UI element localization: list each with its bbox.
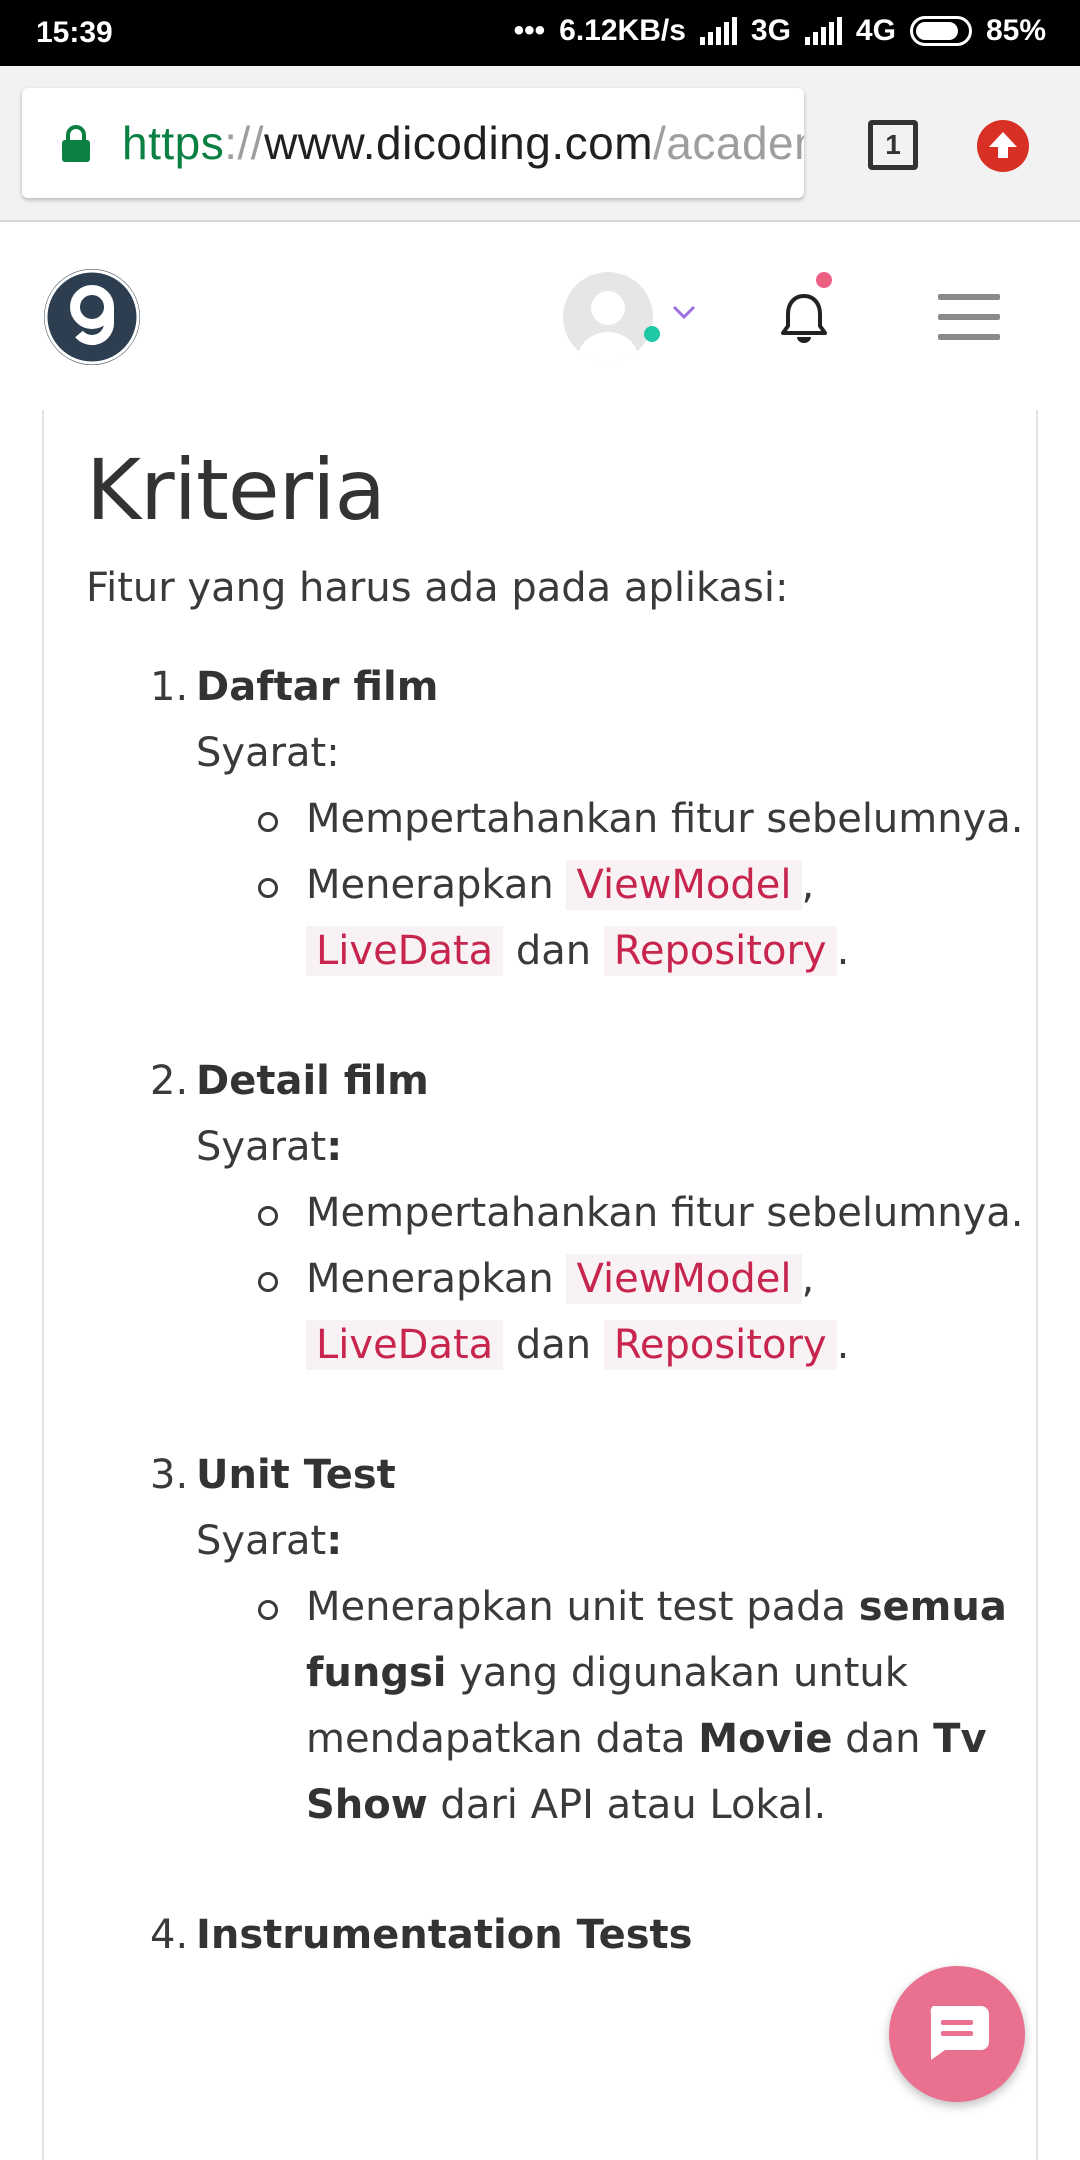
item-number: 4.: [150, 1912, 189, 1958]
item-title: Unit Test: [196, 1452, 396, 1498]
code-viewmodel: ViewModel: [566, 1254, 802, 1304]
chevron-down-icon[interactable]: [668, 296, 700, 328]
bell-icon[interactable]: [778, 290, 830, 346]
dicoding-logo[interactable]: [44, 269, 140, 365]
syarat-label: Syarat:: [196, 1518, 343, 1564]
more-notifications-icon: •••: [513, 14, 546, 47]
update-button[interactable]: [977, 120, 1029, 172]
criteria-list: 1. Daftar film Syarat: Mempertahankan fi…: [86, 654, 1026, 1968]
network-speed: 6.12KB/s: [559, 14, 686, 47]
page-title: Kriteria: [86, 441, 386, 539]
list-item: Menerapkan ViewModel, LiveData dan Reposi…: [196, 1246, 1026, 1378]
network-type-4g: 4G: [855, 14, 896, 47]
requirement-list: Mempertahankan fitur sebelumnya. Menerap…: [196, 786, 1026, 984]
item-title: Instrumentation Tests: [196, 1912, 693, 1958]
signal-icon: [699, 17, 737, 45]
logo-icon: [44, 269, 140, 365]
network-type-3g: 3G: [750, 14, 791, 47]
item-title: Daftar film: [196, 664, 439, 710]
syarat-label: Syarat:: [196, 1124, 343, 1170]
item-number: 3.: [150, 1452, 189, 1498]
code-repository: Repository: [603, 1320, 837, 1370]
list-item: 4. Instrumentation Tests: [86, 1902, 1026, 1968]
browser-toolbar: https://www.dicoding.com/academ 1: [0, 66, 1080, 222]
item-title: Detail film: [196, 1058, 429, 1104]
criteria-section: Kriteria Fitur yang harus ada pada aplik…: [86, 440, 1026, 2032]
intro-text: Fitur yang harus ada pada aplikasi:: [86, 565, 789, 611]
signal-icon: [804, 17, 842, 45]
site-header: [0, 224, 1080, 410]
list-item: 3. Unit Test Syarat: Menerapkan unit tes…: [86, 1442, 1026, 1838]
syarat-label: Syarat:: [196, 730, 340, 776]
list-item: 2. Detail film Syarat: Mempertahankan fi…: [86, 1048, 1026, 1378]
status-time: 15:39: [36, 16, 113, 49]
address-bar[interactable]: https://www.dicoding.com/academ: [22, 88, 804, 198]
list-item: 1. Daftar film Syarat: Mempertahankan fi…: [86, 654, 1026, 984]
url-text: https://www.dicoding.com/academ: [122, 117, 804, 169]
list-item: Menerapkan ViewModel, LiveData dan Reposi…: [196, 852, 1026, 984]
requirement-list: Mempertahankan fitur sebelumnya. Menerap…: [196, 1180, 1026, 1378]
lock-icon: [62, 125, 90, 162]
code-livedata: LiveData: [306, 1320, 504, 1370]
code-repository: Repository: [603, 926, 837, 976]
item-number: 1.: [150, 664, 189, 710]
battery-percent: 85%: [985, 14, 1046, 47]
list-item: Menerapkan unit test pada semua fungsi y…: [196, 1574, 1026, 1838]
list-item: Mempertahankan fitur sebelumnya.: [196, 1180, 1026, 1246]
chat-bubble-icon: [930, 2006, 989, 2060]
hamburger-menu-icon[interactable]: [938, 294, 1000, 340]
notification-badge: [816, 272, 832, 288]
battery-icon: [909, 16, 972, 46]
code-viewmodel: ViewModel: [566, 860, 802, 910]
arrow-up-icon: [989, 132, 1017, 158]
code-livedata: LiveData: [306, 926, 504, 976]
requirement-list: Menerapkan unit test pada semua fungsi y…: [196, 1574, 1026, 1838]
chat-button[interactable]: [889, 1966, 1025, 2102]
item-number: 2.: [150, 1058, 189, 1104]
status-indicators: ••• 6.12KB/s 3G 4G 85%: [514, 14, 1046, 48]
online-status-dot: [644, 326, 660, 342]
list-item: Mempertahankan fitur sebelumnya.: [196, 786, 1026, 852]
status-bar: 15:39 ••• 6.12KB/s 3G 4G 85%: [0, 0, 1080, 66]
user-icon: [578, 291, 638, 362]
avatar[interactable]: [563, 272, 653, 362]
tab-switcher-button[interactable]: 1: [868, 120, 918, 170]
